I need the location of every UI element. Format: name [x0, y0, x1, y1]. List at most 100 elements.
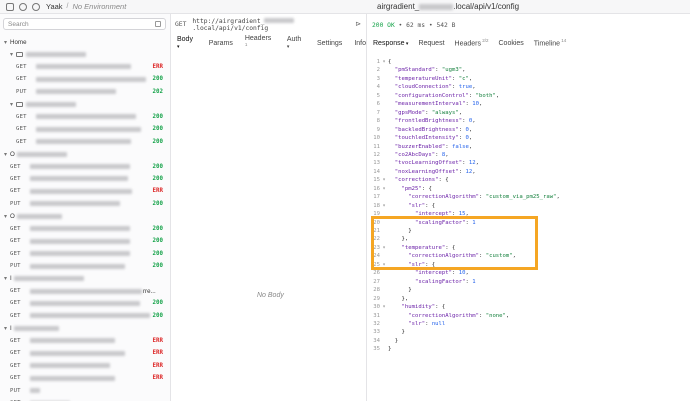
status-badge: 200 — [152, 263, 163, 270]
request-item[interactable]: GET ERR — [0, 360, 170, 372]
request-item[interactable]: GET 200 — [0, 136, 170, 148]
folder-item[interactable]: ▾ O — [0, 148, 170, 160]
code-line: 34 } — [367, 337, 690, 345]
redacted-text — [36, 126, 141, 132]
folder-item[interactable]: ▾ I — [0, 273, 170, 285]
request-url[interactable]: http://airgradient_.local/api/v1/config — [192, 18, 363, 32]
request-item[interactable]: GET 200 — [0, 123, 170, 135]
code-text: "pm25": { — [401, 185, 432, 192]
line-number: 16 — [373, 185, 380, 192]
request-item[interactable]: PUT 200 — [0, 198, 170, 210]
request-item[interactable]: GET — [0, 397, 170, 401]
folder-item[interactable]: ▾ I — [0, 322, 170, 334]
status-badge: ERR — [152, 375, 163, 382]
folder-label: Home — [10, 38, 27, 46]
code-line: 4 "cloudConnection": true, — [367, 83, 690, 91]
sidebar-toggle-icon[interactable] — [6, 2, 14, 11]
url-suffix: .local/api/v1/config — [192, 24, 269, 32]
request-item[interactable]: GET 200 — [0, 161, 170, 173]
line-number: 12 — [373, 151, 380, 158]
fold-icon[interactable]: ▾ — [380, 176, 388, 184]
code-text: } — [388, 287, 412, 294]
redacted-text — [419, 3, 454, 10]
settings-icon[interactable] — [32, 2, 40, 11]
request-item[interactable]: GET 200 — [0, 73, 170, 85]
tab-headers[interactable]: Headers 1 — [245, 35, 275, 51]
request-item[interactable]: GET 200 — [0, 235, 170, 247]
redacted-text — [30, 350, 125, 356]
line-number: 33 — [373, 329, 380, 336]
search-input[interactable]: Search — [3, 18, 166, 30]
status-badge: ERR — [152, 362, 163, 369]
folder-item[interactable]: ▾ Home — [0, 36, 170, 48]
annotation-highlight — [371, 216, 538, 270]
request-item[interactable]: GET ERR — [0, 61, 170, 73]
url-bar[interactable]: GET http://airgradient_.local/api/v1/con… — [175, 18, 363, 32]
folder-item[interactable]: ▾ — [0, 48, 170, 60]
request-method: GET — [10, 225, 21, 232]
request-method[interactable]: GET — [175, 21, 186, 28]
fold-icon[interactable]: ▾ — [380, 303, 388, 311]
request-item[interactable]: GET 200 — [0, 173, 170, 185]
request-item[interactable]: GET 200 — [0, 248, 170, 260]
status-badge: 200 — [152, 200, 163, 207]
add-icon[interactable] — [19, 2, 27, 11]
request-item[interactable]: GET 200 — [0, 111, 170, 123]
folder-item[interactable]: ▾ O — [0, 210, 170, 222]
request-item[interactable]: PUT 202 — [0, 86, 170, 98]
redacted-text — [30, 300, 140, 306]
tab-label: Auth — [286, 36, 302, 43]
request-item[interactable]: GET ERR — [0, 372, 170, 384]
request-item[interactable]: GET ERR — [0, 335, 170, 347]
response-tab-timeline[interactable]: Timeline 14 — [534, 38, 566, 47]
tab-label: Headers — [244, 34, 272, 42]
request-item[interactable]: GET 200 — [0, 297, 170, 309]
response-tab-response[interactable]: Response ▾ — [373, 40, 408, 47]
fold-icon[interactable]: ▾ — [380, 185, 388, 193]
fold-icon[interactable]: ▾ — [380, 58, 388, 66]
request-tabs: Body ▾ Params Headers 1 Auth ▾ Settings Info — [177, 35, 366, 51]
request-method: GET — [10, 375, 21, 382]
code-text: "measurementInterval": 10, — [394, 101, 483, 108]
tab-body[interactable]: Body ▾ — [177, 36, 197, 50]
tab-params[interactable]: Params — [209, 40, 233, 47]
redacted-text — [36, 89, 116, 95]
tab-label: Settings — [317, 39, 343, 47]
status-badge: 200 — [152, 113, 163, 120]
redacted-text — [16, 151, 67, 157]
environment-selector[interactable]: No Environment — [73, 2, 127, 11]
fold-icon[interactable]: ▾ — [380, 202, 388, 210]
code-text: "buzzerEnabled": false, — [394, 143, 473, 150]
request-item[interactable]: PUT — [0, 385, 170, 397]
request-method: GET — [10, 337, 21, 344]
request-item[interactable]: GET rre... — [0, 285, 170, 297]
code-text: "scalingFactor": 1 — [414, 278, 476, 285]
request-method: GET — [16, 76, 27, 83]
tab-info[interactable]: Info — [354, 40, 366, 47]
request-item[interactable]: GET ERR — [0, 347, 170, 359]
folder-item[interactable]: ▾ — [0, 98, 170, 110]
line-number: 11 — [373, 143, 380, 150]
send-icon[interactable]: ⊳ — [355, 20, 361, 28]
code-text: "noxLearningOffset": 12, — [394, 168, 476, 175]
response-tab-cookies[interactable]: Cookies — [499, 40, 524, 47]
response-tab-headers[interactable]: Headers 2/2 — [455, 38, 489, 47]
request-item[interactable]: GET 200 — [0, 310, 170, 322]
request-name-suffix: rre... — [143, 287, 156, 295]
request-item[interactable]: GET ERR — [0, 185, 170, 197]
search-options-icon[interactable] — [155, 21, 161, 27]
code-line: 35} — [367, 345, 690, 353]
tab-label: Timeline — [533, 40, 560, 48]
request-method: GET — [10, 288, 21, 294]
request-item[interactable]: PUT 200 — [0, 260, 170, 272]
tab-auth[interactable]: Auth ▾ — [287, 36, 305, 50]
redacted-text — [30, 176, 128, 182]
status-badge: 200 — [152, 76, 163, 83]
request-item[interactable]: GET 200 — [0, 223, 170, 235]
workspace-name[interactable]: Yaak — [46, 2, 63, 11]
code-text: "corrections": { — [394, 177, 449, 184]
tab-settings[interactable]: Settings — [317, 40, 342, 47]
code-line: 31 "correctionAlgorithm": "none", — [367, 312, 690, 320]
code-line: 17 "correctionAlgorithm": "custom_via_pm… — [367, 193, 690, 201]
response-tab-request[interactable]: Request — [418, 40, 444, 47]
